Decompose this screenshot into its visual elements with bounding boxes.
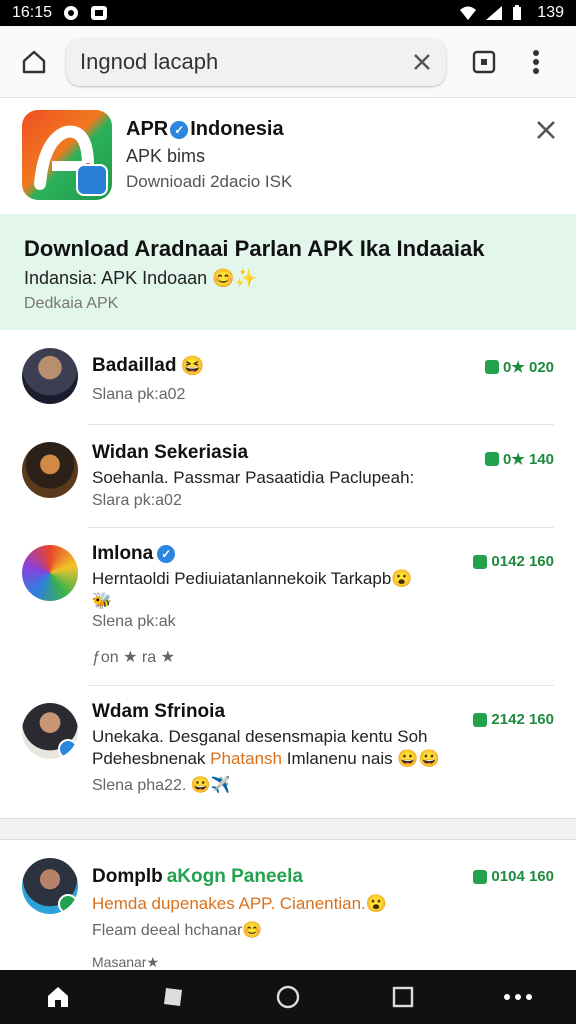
app-subtitle: APK bims: [126, 146, 206, 166]
verified-icon: ✓: [170, 120, 189, 139]
item-score[interactable]: 0★ 020: [485, 358, 554, 376]
home-icon: [47, 987, 68, 1007]
menu-button[interactable]: [510, 36, 562, 88]
clear-icon[interactable]: [412, 52, 432, 72]
list-item[interactable]: Imlona ✓ Herntaoldi Pediuiatanlannekoik …: [0, 529, 576, 685]
app-downloads: Downioadi 2dacio ISK: [126, 172, 293, 191]
divider: [88, 527, 554, 528]
list-item[interactable]: Badaillad 😆 Slana pk:a02 0★ 020: [0, 332, 576, 424]
item-score[interactable]: 0104 160: [473, 868, 554, 885]
nav-home-button[interactable]: [38, 977, 78, 1017]
nav-home-circle-button[interactable]: [268, 977, 308, 1017]
status-bar: 16:15 139: [0, 0, 576, 26]
browser-toolbar: Ingnod lacaph: [0, 26, 576, 98]
item-meta: Slena pha22. 😀✈️: [92, 777, 231, 794]
tabs-icon: [472, 50, 496, 73]
app-notification-icon: [90, 5, 108, 21]
thumbs-up-icon: [473, 869, 488, 884]
item-name: Wdam Sfrinoia: [92, 701, 226, 722]
verified-icon: ✓: [157, 545, 176, 563]
avatar: [22, 703, 78, 759]
notification-icon: [62, 5, 80, 21]
battery-level: 139: [537, 4, 564, 21]
list-item[interactable]: Widan Sekeriasia Soehanla. Passmar Pasaa…: [0, 426, 576, 526]
signal-icon: [485, 5, 503, 21]
thumbs-up-icon: [473, 554, 488, 569]
item-text: Soehanla. Passmar Pasaatidia Paclupeah:: [92, 468, 415, 487]
home-button[interactable]: [8, 36, 60, 88]
app-header: APR ✓ Indonesia APK bims Downioadi 2daci…: [0, 100, 576, 212]
divider: [88, 424, 554, 425]
item-text: Unekaka. Desganal desensmapia kentu Soh: [92, 727, 428, 746]
nav-more-button[interactable]: [498, 977, 538, 1017]
item-meta: Slara pk:a02: [92, 492, 182, 509]
avatar: [22, 348, 78, 404]
item-rating[interactable]: ƒon ★ ra ★: [92, 647, 175, 667]
emoji-icon: 😮: [365, 894, 387, 913]
item-score[interactable]: 0142 160: [473, 553, 554, 570]
item-meta: Slena pk:ak: [92, 613, 176, 630]
status-time: 16:15: [12, 4, 53, 21]
wifi-icon: [459, 5, 477, 21]
item-text-2: Pdehesbnenak Phatansh Imlanenu nais 😀😀: [92, 749, 440, 768]
item-name: Domplb aKogn Paneela: [92, 866, 303, 887]
item-score[interactable]: 2142 160: [473, 711, 554, 728]
more-icon: [504, 994, 533, 1000]
verified-icon: [58, 894, 78, 914]
download-banner[interactable]: Download Aradnaai Parlan APK Ika Indaaia…: [0, 214, 576, 330]
chat-badge-icon: [76, 164, 108, 196]
smile-emoji-icon: 😊: [242, 922, 263, 939]
bee-emoji-icon: 🐝: [92, 593, 112, 610]
banner-title: Download Aradnaai Parlan APK Ika Indaaia…: [24, 236, 485, 261]
battery-icon: [511, 5, 529, 21]
url-text: Ingnod lacaph: [80, 48, 219, 74]
item-meta: Slana pk:a02: [92, 386, 186, 403]
url-bar[interactable]: Ingnod lacaph: [66, 37, 446, 86]
verified-icon: [58, 739, 78, 759]
list-item[interactable]: Wdam Sfrinoia Unekaka. Desganal desensma…: [0, 687, 576, 817]
section-divider: [0, 818, 576, 840]
emoji-icon: 😀😀: [397, 749, 440, 768]
item-name: Badaillad 😆: [92, 355, 205, 377]
nav-bar: [0, 970, 576, 1024]
avatar: [22, 858, 78, 914]
smile-emoji-icon: 😊: [212, 268, 235, 288]
item-text: Hemda dupenakes APP. Cianentian.😮: [92, 894, 387, 913]
item-name: Imlona ✓: [92, 543, 176, 565]
item-name: Widan Sekeriasia: [92, 442, 249, 463]
thumbs-up-icon: [485, 360, 500, 374]
divider: [88, 685, 554, 686]
avatar: [22, 545, 78, 601]
close-icon[interactable]: [534, 118, 558, 142]
laugh-emoji-icon: 😆: [180, 356, 205, 377]
recents-icon: [392, 986, 414, 1008]
avatar: [22, 442, 78, 498]
banner-subtitle: Indansia: APK Indoaan 😊✨: [24, 268, 258, 288]
app-logo[interactable]: [22, 110, 112, 200]
more-vert-icon: [533, 49, 539, 74]
item-text: Herntaoldi Pediuiatanlannekoik Tarkapb😮: [92, 569, 413, 588]
item-meta: Fleam deeal hchanar😊: [92, 922, 263, 939]
nav-recents-button[interactable]: [383, 977, 423, 1017]
thumbs-up-icon: [473, 712, 488, 727]
square-icon: [163, 988, 182, 1006]
item-score[interactable]: 0★ 140: [485, 450, 554, 468]
emoji-icon: 😮: [391, 569, 413, 588]
app-title: APR ✓ Indonesia: [126, 118, 284, 140]
circle-icon: [276, 985, 300, 1009]
home-icon: [22, 50, 46, 73]
item-extra: Masanar★: [92, 954, 160, 970]
sparkle-emoji-icon: ✨: [234, 268, 258, 288]
banner-caption: Dedkaia APK: [24, 295, 119, 312]
emoji-icon: 😀✈️: [190, 777, 231, 794]
tabs-button[interactable]: [458, 36, 510, 88]
thumbs-up-icon: [485, 452, 500, 466]
nav-square-button[interactable]: [153, 977, 193, 1017]
list-item[interactable]: Domplb aKogn Paneela Hemda dupenakes APP…: [0, 842, 576, 970]
